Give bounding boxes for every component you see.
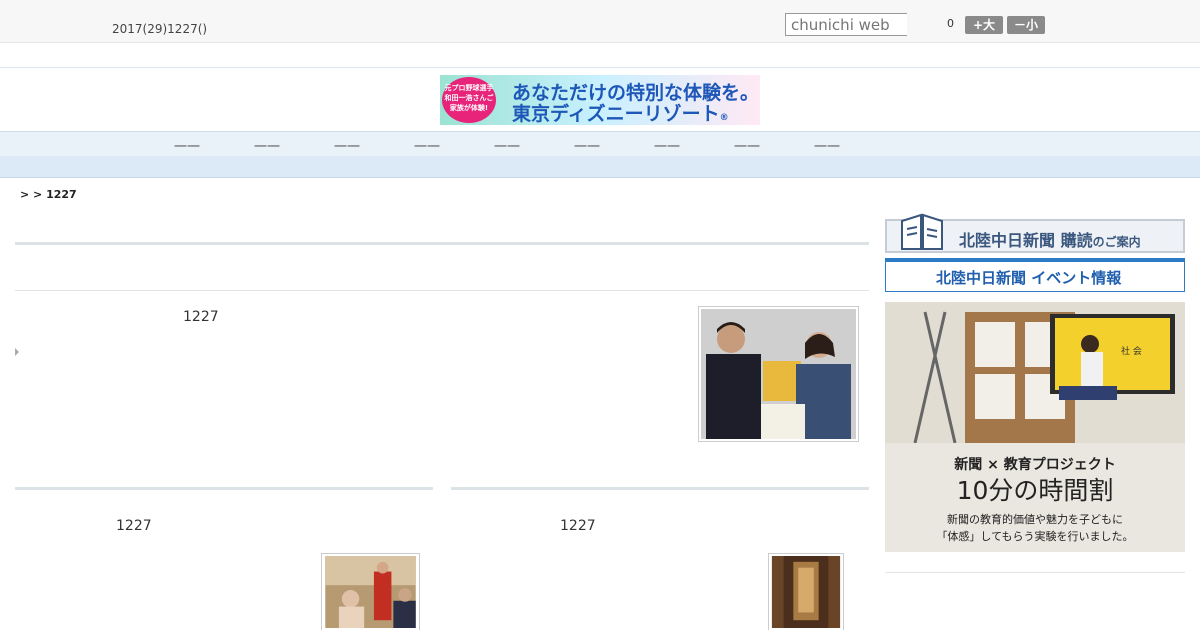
right-article-photo[interactable] [768, 553, 844, 630]
current-date: 2017(29)1227() [112, 22, 208, 36]
education-project-banner[interactable]: 社 会 新聞 × 教育プロジェクト 10分の時間割 新聞の教育的価値や魅力を子ど… [885, 302, 1185, 552]
event-info-button[interactable]: 北陸中日新聞 イベント情報 [885, 258, 1185, 292]
nav-item[interactable]: 一一 [647, 136, 687, 155]
classroom-photo: 社 会 [885, 302, 1185, 443]
sub-nav [0, 156, 1200, 178]
breadcrumb: > > 1227 [20, 188, 77, 201]
visit-counter: 0 [947, 17, 954, 30]
ad-brand: 東京ディズニーリゾート® [512, 103, 729, 125]
photo-museum-interior [771, 556, 841, 628]
top-utility-bar: 2017(29)1227() 0 +大 －小 [0, 0, 1200, 43]
ad-banner[interactable]: 元プロ野球選手和田一浩さんご家族が体験! あなただけの特別な体験を。 東京ディズ… [440, 75, 760, 125]
caret-right-icon [15, 348, 19, 356]
subscription-info-button[interactable]: 北陸中日新聞 購読のご案内 [885, 213, 1185, 253]
sidebar-divider [885, 572, 1185, 573]
event-title: 北陸中日新聞 イベント情報 [936, 269, 1122, 287]
right-article-date: 1227 [560, 518, 596, 534]
nav-item[interactable]: 一一 [247, 136, 287, 155]
subscription-title: 北陸中日新聞 購読のご案内 [959, 231, 1141, 250]
main-article-photo[interactable] [698, 306, 859, 442]
nav-item[interactable]: 一一 [807, 136, 847, 155]
nav-item[interactable]: 一一 [407, 136, 447, 155]
global-nav: 一一 一一 一一 一一 一一 一一 一一 一一 一一 [0, 131, 1200, 156]
nav-item[interactable]: 一一 [487, 136, 527, 155]
edu-description: 新聞の教育的価値や魅力を子どもに [947, 513, 1123, 526]
font-bigger-button[interactable]: +大 [965, 16, 1003, 34]
event-top-bar [886, 259, 1184, 262]
nav-item[interactable]: 一一 [327, 136, 367, 155]
nav-item[interactable]: 一一 [567, 136, 607, 155]
section-divider [15, 290, 869, 291]
nav-item[interactable]: 一一 [727, 136, 767, 155]
left-article-photo[interactable] [321, 553, 420, 630]
newspaper-book-icon [901, 213, 943, 250]
edu-title: 10分の時間割 [956, 476, 1114, 505]
education-text-panel: 新聞 × 教育プロジェクト 10分の時間割 新聞の教育的価値や魅力を子どもに 「… [885, 443, 1185, 552]
edu-description-2: 「体感」してもらう実験を行いました。 [936, 530, 1134, 543]
section-divider [15, 242, 869, 245]
nav-item[interactable]: 一一 [167, 136, 207, 155]
main-article-date: 1227 [183, 309, 219, 325]
font-smaller-button[interactable]: －小 [1007, 16, 1045, 34]
section-divider [451, 487, 869, 490]
photo-two-people [701, 309, 856, 439]
search-input[interactable] [785, 13, 907, 36]
section-divider [15, 487, 433, 490]
photo-dining-scene [325, 556, 416, 628]
screen-label: 社 会 [1121, 345, 1142, 357]
ad-badge: 元プロ野球選手和田一浩さんご家族が体験! [442, 77, 496, 123]
left-article-date: 1227 [116, 518, 152, 534]
header-spacer [0, 43, 1200, 68]
